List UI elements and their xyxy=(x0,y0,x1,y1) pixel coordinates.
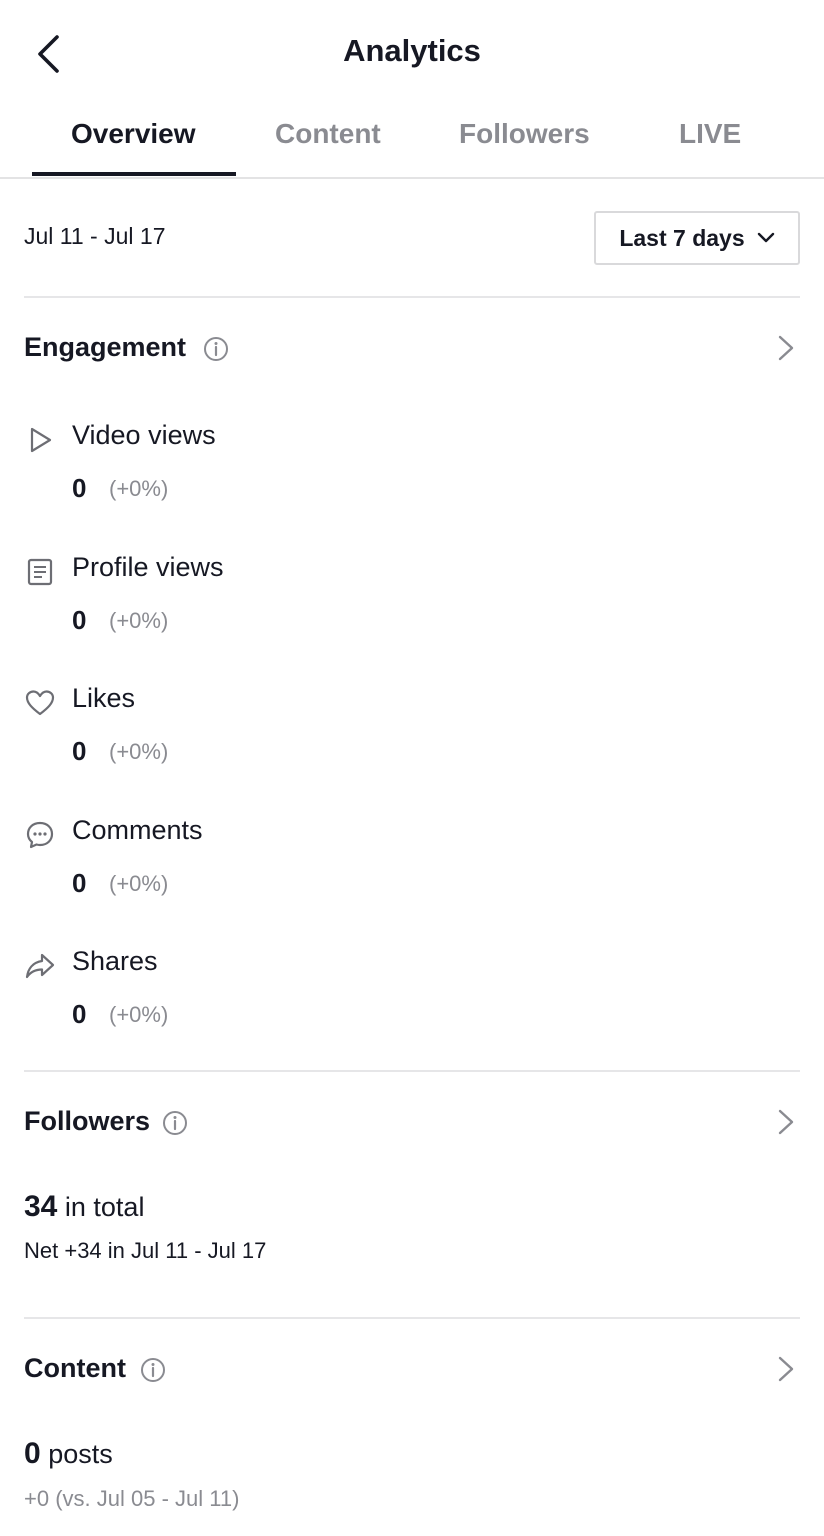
info-icon[interactable] xyxy=(162,1110,188,1136)
followers-total-suffix: in total xyxy=(64,1192,145,1222)
divider xyxy=(24,1317,800,1319)
tab-overview[interactable]: Overview xyxy=(71,118,196,176)
metric-shares: Shares 0 (+0%) xyxy=(24,936,524,1036)
tab-live[interactable]: LIVE xyxy=(679,118,741,176)
heart-icon xyxy=(25,690,55,716)
chevron-right-icon xyxy=(778,1356,794,1382)
followers-section-header[interactable]: Followers xyxy=(24,1100,800,1144)
followers-net: Net +34 in Jul 11 - Jul 17 xyxy=(24,1238,267,1263)
chevron-down-icon xyxy=(757,232,774,243)
active-tab-indicator xyxy=(32,172,236,176)
analytics-screen: Analytics Overview Content Followers LIV… xyxy=(0,0,824,1536)
metric-value: 0 xyxy=(72,999,87,1029)
chevron-right-icon xyxy=(778,1109,794,1135)
metric-change: (+0%) xyxy=(109,739,169,764)
metric-change: (+0%) xyxy=(109,1002,169,1027)
metric-value: 0 xyxy=(72,736,87,766)
period-dropdown-value: Last 7 days xyxy=(619,224,745,251)
play-icon xyxy=(30,427,52,453)
metric-value: 0 xyxy=(72,868,87,898)
engagement-section-header[interactable]: Engagement xyxy=(24,326,800,370)
content-posts: 0 posts xyxy=(24,1437,113,1471)
divider xyxy=(24,1070,800,1072)
date-range: Jul 11 - Jul 17 xyxy=(24,223,166,249)
content-posts-value: 0 xyxy=(24,1437,41,1470)
comment-icon xyxy=(26,821,54,849)
metric-label: Likes xyxy=(72,683,136,713)
divider xyxy=(24,296,800,298)
followers-total: 34 in total xyxy=(24,1190,144,1224)
metric-value: 0 xyxy=(72,473,87,503)
app-header: Analytics xyxy=(0,0,824,104)
metric-change: (+0%) xyxy=(109,476,169,501)
metric-label: Shares xyxy=(72,946,158,976)
followers-total-value: 34 xyxy=(24,1190,58,1223)
metric-value: 0 xyxy=(72,605,87,635)
profile-doc-icon xyxy=(27,558,53,586)
metric-video-views: Video views 0 (+0%) xyxy=(24,410,524,510)
info-icon[interactable] xyxy=(203,336,229,362)
tab-content[interactable]: Content xyxy=(275,118,381,176)
share-icon xyxy=(25,953,55,979)
info-icon[interactable] xyxy=(140,1357,166,1383)
metric-change: (+0%) xyxy=(109,608,169,633)
metric-comments: Comments 0 (+0%) xyxy=(24,805,524,905)
period-dropdown[interactable]: Last 7 days xyxy=(594,211,800,265)
tab-followers[interactable]: Followers xyxy=(459,118,590,176)
content-comparison: +0 (vs. Jul 05 - Jul 11) xyxy=(24,1486,240,1511)
content-section-header[interactable]: Content xyxy=(24,1347,800,1391)
metric-change: (+0%) xyxy=(109,871,169,896)
metric-label: Comments xyxy=(72,815,203,845)
tab-bar: Overview Content Followers LIVE xyxy=(0,104,824,179)
followers-title: Followers xyxy=(24,1106,151,1136)
metric-label: Video views xyxy=(72,420,216,450)
metric-profile-views: Profile views 0 (+0%) xyxy=(24,542,524,642)
page-title: Analytics xyxy=(343,33,481,68)
content-title: Content xyxy=(24,1353,126,1383)
engagement-title: Engagement xyxy=(24,332,187,362)
chevron-right-icon xyxy=(778,335,794,361)
metric-likes: Likes 0 (+0%) xyxy=(24,673,524,773)
content-posts-suffix: posts xyxy=(48,1439,113,1469)
metric-label: Profile views xyxy=(72,552,224,582)
